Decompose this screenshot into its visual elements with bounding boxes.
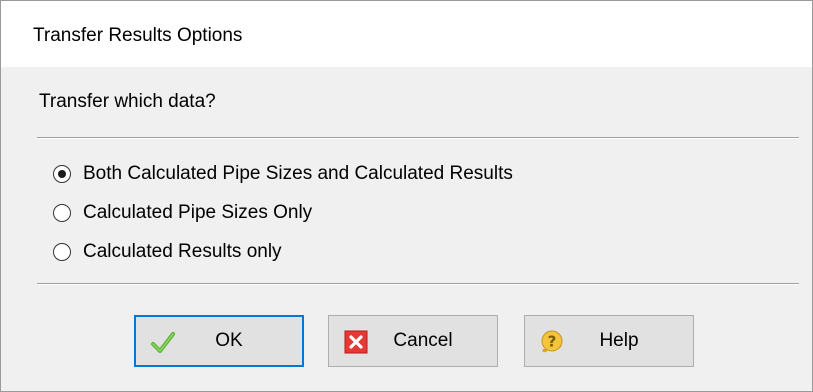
radio-button[interactable] — [53, 243, 71, 261]
title-bar[interactable]: Transfer Results Options — [1, 1, 812, 67]
option-pipe-sizes-only[interactable]: Calculated Pipe Sizes Only — [53, 200, 312, 226]
option-results-label: Calculated Results only — [83, 241, 282, 262]
cancel-button-label: Cancel — [393, 330, 453, 351]
ok-button-label: OK — [215, 330, 243, 351]
option-pipe-sizes-label: Calculated Pipe Sizes Only — [83, 202, 313, 223]
radio-button-checked[interactable] — [53, 165, 71, 183]
bottom-divider — [37, 283, 799, 285]
radio-button[interactable] — [53, 204, 71, 222]
option-both[interactable]: Both Calculated Pipe Sizes and Calculate… — [53, 161, 513, 187]
ok-button[interactable]: OK — [134, 315, 304, 367]
dialog-title: Transfer Results Options — [33, 25, 243, 46]
option-both-label: Both Calculated Pipe Sizes and Calculate… — [83, 163, 513, 184]
question-label: Transfer which data? — [39, 91, 216, 112]
help-button[interactable]: ? Help — [524, 315, 694, 367]
option-results-only[interactable]: Calculated Results only — [53, 239, 282, 265]
dialog-window: Transfer Results Options Transfer which … — [0, 0, 813, 392]
help-button-label: Help — [599, 330, 639, 351]
cancel-button[interactable]: Cancel — [328, 315, 498, 367]
top-divider — [37, 137, 799, 139]
